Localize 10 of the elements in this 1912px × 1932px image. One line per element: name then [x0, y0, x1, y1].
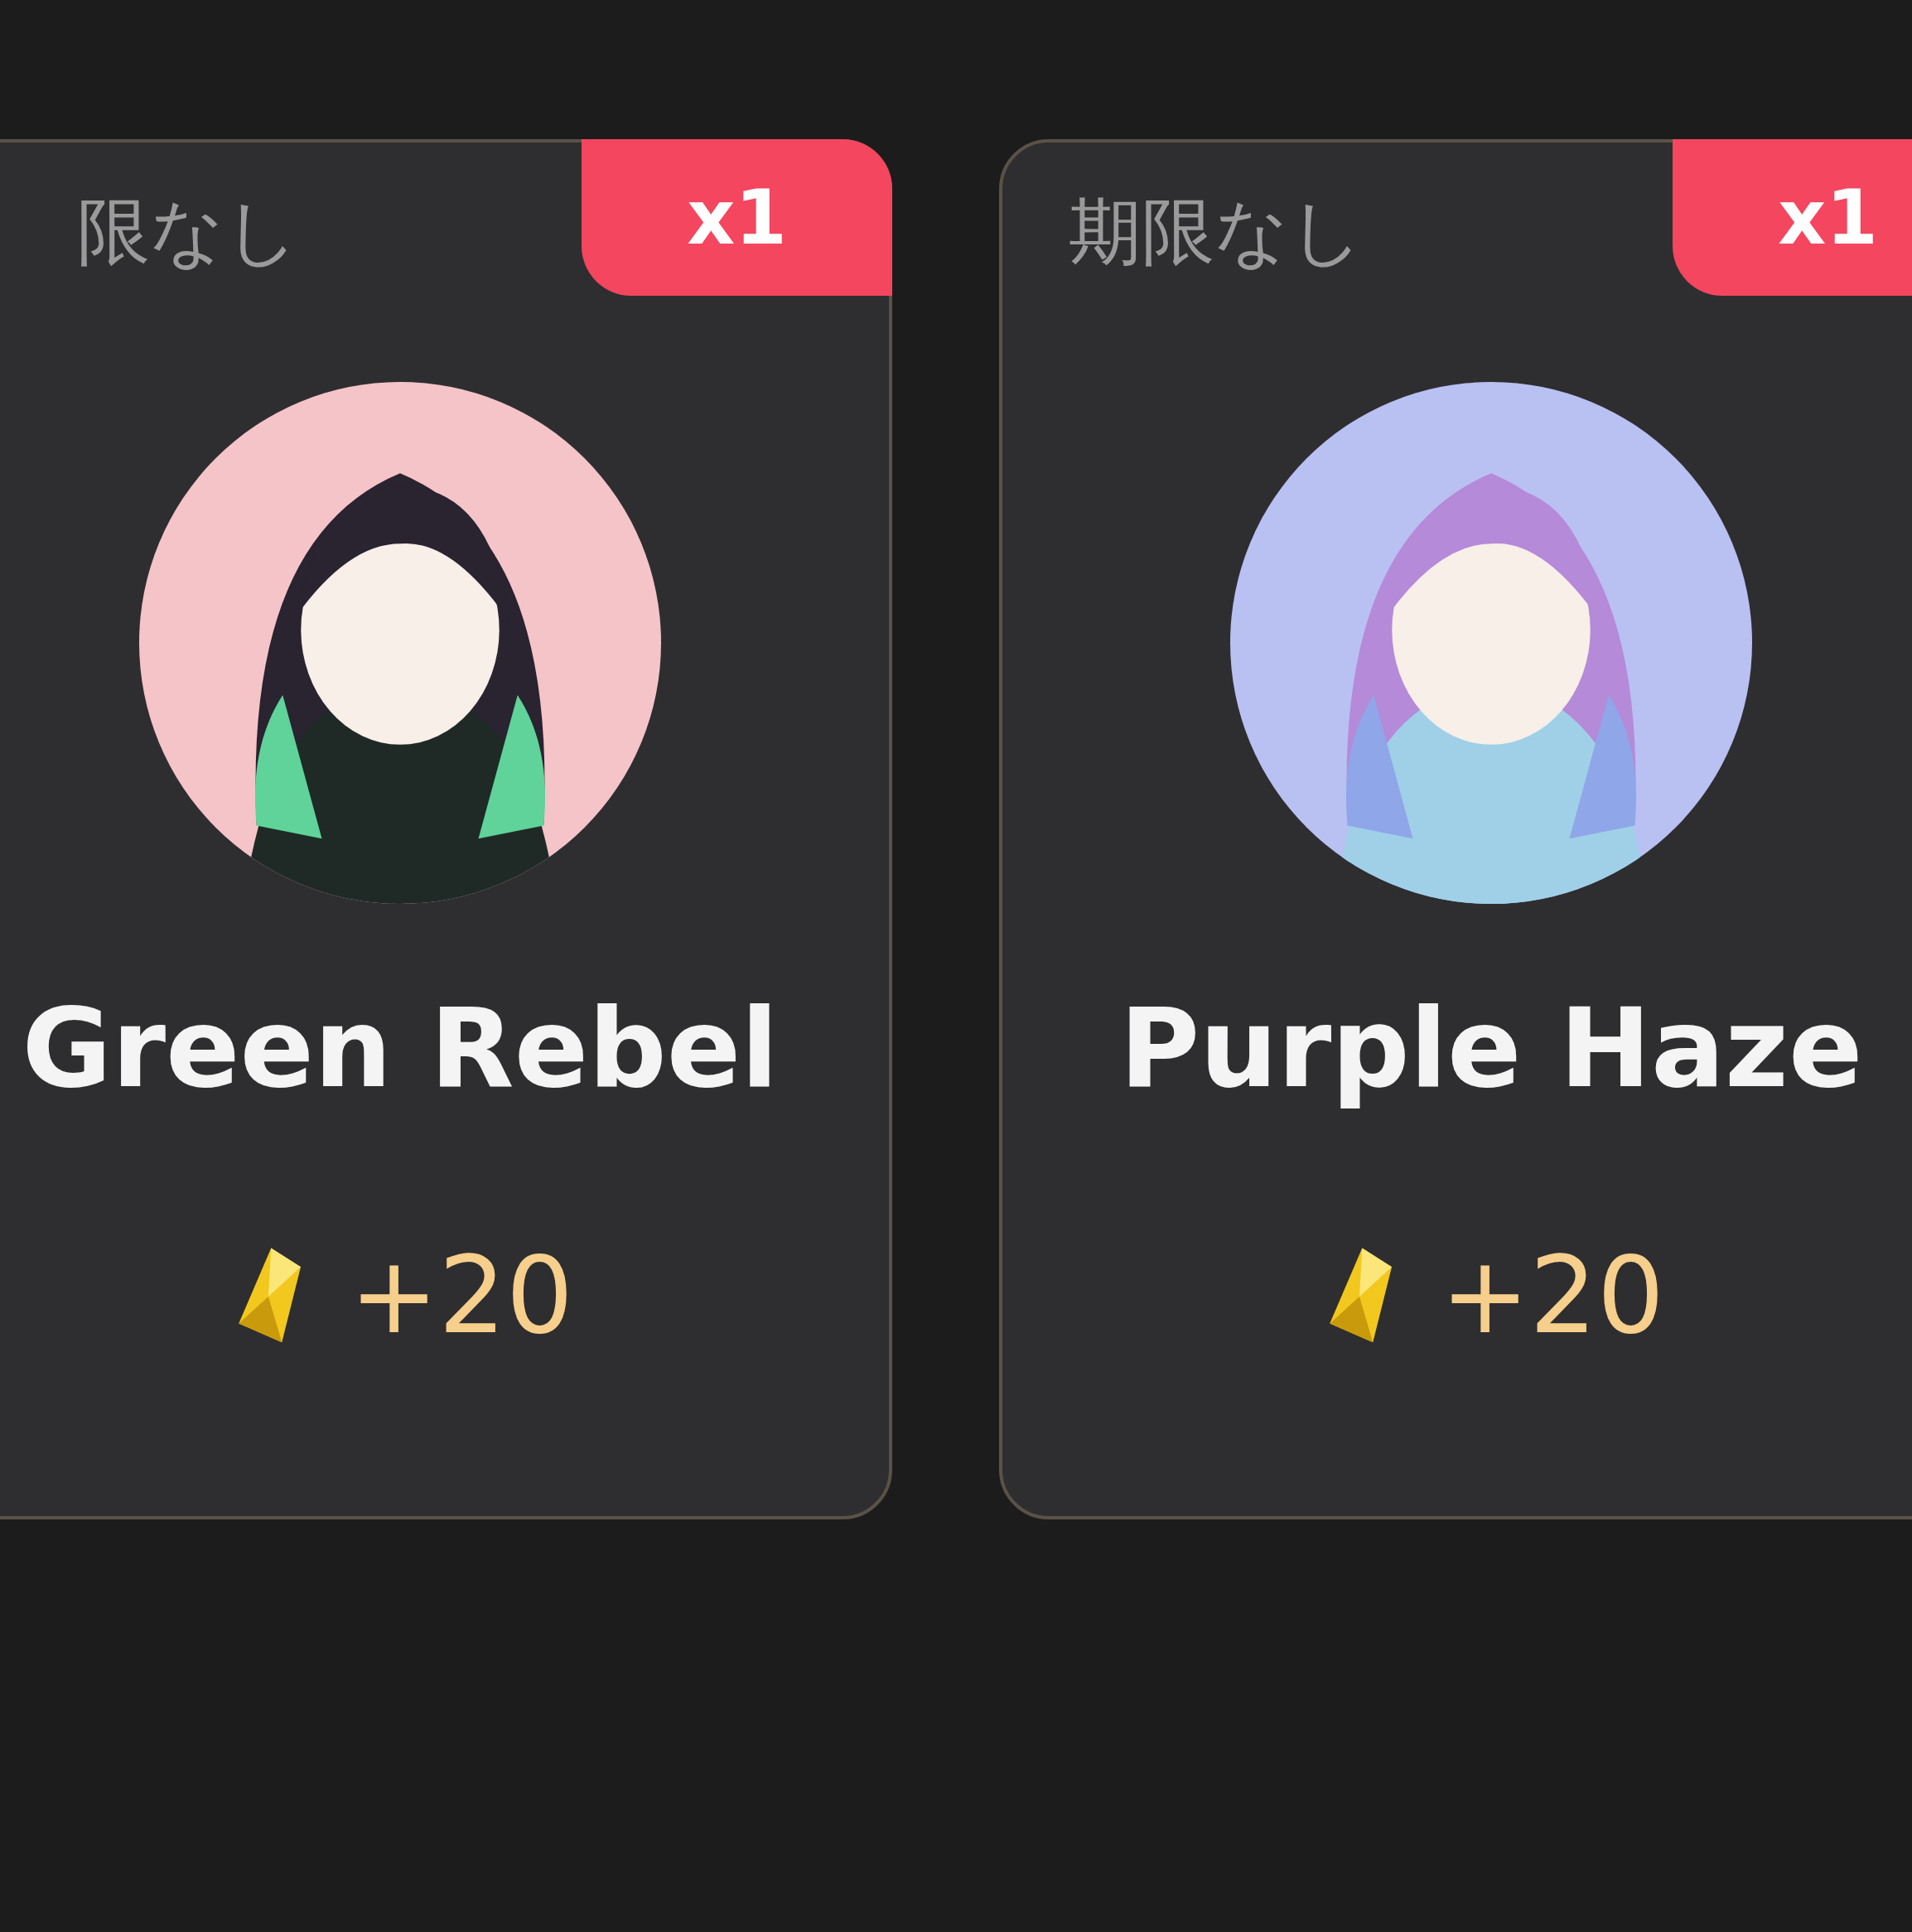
expiry-label: 限なし — [77, 192, 299, 273]
reward-amount: +20 — [1440, 1238, 1665, 1355]
item-name: Purple Haze — [1119, 983, 1863, 1113]
item-name: Green Rebel — [22, 983, 779, 1113]
reward-card[interactable]: 期限なし x1 Purple Haze +20 — [999, 139, 1912, 1519]
count-badge: x1 — [582, 139, 892, 296]
count-badge: x1 — [1673, 139, 1912, 296]
expiry-label: 期限なし — [1069, 192, 1364, 273]
reward-amount: +20 — [349, 1238, 574, 1355]
reward-card[interactable]: 限なし x1 Green Rebel +20 — [0, 139, 892, 1519]
